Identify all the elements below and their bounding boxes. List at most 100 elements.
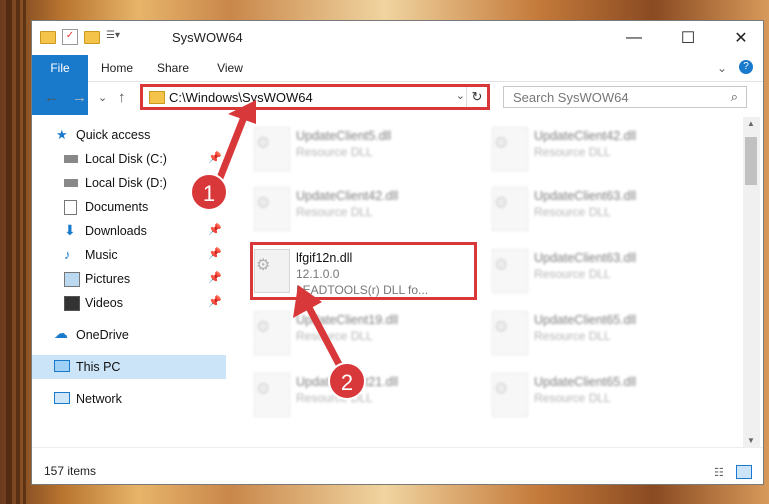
sidebar-item-quick-access[interactable]: ★ Quick access xyxy=(32,123,226,147)
file-type: Resource DLL xyxy=(534,329,611,343)
file-type: Resource DLL xyxy=(296,329,373,343)
tab-home[interactable]: Home xyxy=(94,55,140,81)
document-icon xyxy=(64,200,77,215)
tab-share[interactable]: Share xyxy=(150,55,196,81)
folder-icon[interactable] xyxy=(40,30,56,44)
pin-icon[interactable]: 📌 xyxy=(208,271,222,284)
download-icon: ⬇ xyxy=(64,222,76,238)
gear-icon: ⚙ xyxy=(494,195,509,212)
drive-icon xyxy=(64,179,78,187)
details-view-icon[interactable]: ☷ xyxy=(714,466,724,479)
maximize-button[interactable]: ☐ xyxy=(665,21,711,55)
computer-icon xyxy=(54,360,70,372)
search-input[interactable]: Search SysWOW64 ⌕ xyxy=(503,86,747,108)
properties-icon[interactable]: ✓ xyxy=(62,29,78,45)
sidebar-item-label: Pictures xyxy=(85,272,131,286)
gear-icon: ⚙ xyxy=(256,381,271,398)
sidebar-item-label: Videos xyxy=(85,296,123,310)
file-highlight-box xyxy=(250,242,477,300)
annotation-badge-1: 1 xyxy=(190,173,228,211)
sidebar-item-onedrive[interactable]: ☁ OneDrive xyxy=(32,323,226,347)
sidebar-item-label: Music xyxy=(85,248,118,262)
address-bar[interactable]: C:\Windows\SysWOW64 ⌄ ↻ xyxy=(140,84,490,110)
pin-icon[interactable]: 📌 xyxy=(208,247,222,260)
gear-icon: ⚙ xyxy=(494,257,509,274)
refresh-button[interactable]: ↻ xyxy=(466,87,487,107)
quick-access-toolbar: ✓ ☰▾ xyxy=(40,29,120,45)
new-folder-icon[interactable] xyxy=(84,30,100,44)
sidebar-item-label: Local Disk (D:) xyxy=(85,176,167,190)
sidebar-item-label: Documents xyxy=(85,200,149,214)
gear-icon: ⚙ xyxy=(256,319,271,336)
list-item[interactable]: ⚙ UpdateClient63.dll Resource DLL xyxy=(486,241,716,301)
folder-icon xyxy=(149,91,165,104)
pin-icon[interactable]: 📌 xyxy=(208,223,222,236)
file-name: UpdateClient42.dll xyxy=(534,129,637,143)
drive-icon xyxy=(64,155,78,163)
search-icon: ⌕ xyxy=(730,89,738,104)
tiles-view-icon[interactable] xyxy=(736,465,752,479)
item-count: 157 items xyxy=(44,464,97,478)
sidebar-item-videos[interactable]: Videos 📌 xyxy=(32,291,226,315)
gear-icon: ⚙ xyxy=(256,195,271,212)
pin-icon[interactable]: 📌 xyxy=(208,295,222,308)
address-path[interactable]: C:\Windows\SysWOW64 xyxy=(169,90,313,105)
search-placeholder: Search SysWOW64 xyxy=(513,90,629,105)
list-item[interactable]: ⚙ UpdateClient42.dll Resource DLL xyxy=(248,179,478,239)
file-name: UpdateClient5.dll xyxy=(296,129,392,143)
file-type: Resource DLL xyxy=(296,205,373,219)
list-item[interactable]: ⚙ UpdateClient5.dll Resource DLL xyxy=(248,119,478,179)
up-button[interactable]: ↑ xyxy=(118,89,126,106)
gear-icon: ⚙ xyxy=(494,381,509,398)
sidebar-item-this-pc[interactable]: This PC xyxy=(32,355,226,379)
pin-icon[interactable]: 📌 xyxy=(208,151,222,164)
forward-button[interactable]: → xyxy=(72,89,87,106)
file-name: UpdateClient63.dll xyxy=(534,189,637,203)
music-icon: ♪ xyxy=(64,247,71,262)
customize-icon[interactable]: ☰▾ xyxy=(106,30,120,44)
scrollbar-thumb[interactable] xyxy=(745,137,757,185)
list-item[interactable]: ⚙ UpdateClient65.dll Resource DLL xyxy=(486,365,716,425)
status-bar: 157 items ☷ xyxy=(32,447,763,484)
explorer-window: ✓ ☰▾ SysWOW64 — ☐ ✕ File Home Share View… xyxy=(31,20,764,485)
back-button[interactable]: ← xyxy=(44,89,59,106)
picture-icon xyxy=(64,272,80,287)
file-type: Resource DLL xyxy=(296,145,373,159)
file-type: Resource DLL xyxy=(534,391,611,405)
tab-view[interactable]: View xyxy=(208,55,252,81)
help-icon[interactable]: ? xyxy=(739,60,753,74)
sidebar-item-pictures[interactable]: Pictures 📌 xyxy=(32,267,226,291)
network-icon xyxy=(54,392,70,404)
scroll-down-icon[interactable]: ▼ xyxy=(747,436,755,445)
vertical-scrollbar[interactable]: ▲ ▼ xyxy=(743,117,760,447)
list-item[interactable]: ⚙ UpdateClient63.dll Resource DLL xyxy=(486,179,716,239)
gear-icon: ⚙ xyxy=(494,319,509,336)
annotation-badge-2: 2 xyxy=(328,362,366,400)
video-icon xyxy=(64,296,80,311)
sidebar-item-network[interactable]: Network xyxy=(32,387,226,411)
expand-ribbon-icon[interactable]: ⌄ xyxy=(714,55,730,81)
list-item[interactable]: ⚙ UpdateClient42.dll Resource DLL xyxy=(486,119,716,179)
navigation-pane: ★ Quick access Local Disk (C:) 📌 Local D… xyxy=(32,117,227,447)
list-item[interactable]: ⚙ UpdateClient65.dll Resource DLL xyxy=(486,303,716,363)
sidebar-item-local-disk-c[interactable]: Local Disk (C:) 📌 xyxy=(32,147,226,171)
file-name: UpdateClient63.dll xyxy=(534,251,637,265)
sidebar-item-label: Local Disk (C:) xyxy=(85,152,167,166)
minimize-button[interactable]: — xyxy=(611,21,657,55)
sidebar-item-label: This PC xyxy=(76,360,121,374)
sidebar-item-downloads[interactable]: ⬇ Downloads 📌 xyxy=(32,219,226,243)
star-icon: ★ xyxy=(56,127,68,142)
sidebar-item-music[interactable]: ♪ Music 📌 xyxy=(32,243,226,267)
scroll-up-icon[interactable]: ▲ xyxy=(747,119,755,128)
file-type: Resource DLL xyxy=(534,145,611,159)
address-dropdown-icon[interactable]: ⌄ xyxy=(456,89,465,102)
sidebar-item-label: OneDrive xyxy=(76,328,129,342)
gear-icon: ⚙ xyxy=(256,135,271,152)
sidebar-item-label: Quick access xyxy=(76,128,151,142)
cloud-icon: ☁ xyxy=(54,325,68,341)
file-name: UpdateClient65.dll xyxy=(534,375,637,389)
list-item[interactable]: ⚙ UpdateClient19.dll Resource DLL xyxy=(248,303,478,363)
close-button[interactable]: ✕ xyxy=(718,21,763,55)
ribbon-tabs: File Home Share View ⌄ ? xyxy=(32,55,763,115)
recent-locations-button[interactable]: ⌄ xyxy=(98,91,107,104)
